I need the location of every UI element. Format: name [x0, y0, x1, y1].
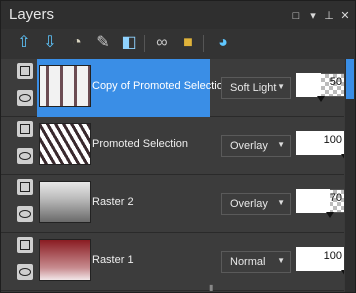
scrollbar[interactable]: [345, 59, 355, 292]
visibility-eye-icon[interactable]: [17, 264, 33, 280]
opacity-marker-icon[interactable]: [326, 212, 334, 218]
link-layer-icon[interactable]: ∞: [153, 34, 171, 52]
opacity-slider[interactable]: 100: [296, 131, 344, 160]
layer-group-toggle-icon[interactable]: [17, 179, 33, 195]
layer-item[interactable]: Raster 2: [37, 175, 210, 233]
mask-layer-icon[interactable]: ◧: [120, 34, 138, 52]
layer-item[interactable]: Raster 1: [37, 233, 210, 291]
blend-mode-value: Overlay: [230, 140, 268, 152]
opacity-marker-icon[interactable]: [317, 96, 325, 102]
dropdown-arrow-icon: ▼: [277, 198, 285, 207]
layer-group-toggle-icon[interactable]: [17, 121, 33, 137]
layer-item[interactable]: Copy of Promoted Selection: [37, 59, 229, 117]
opacity-value: 70: [329, 192, 342, 204]
scrollbar-thumb[interactable]: [346, 59, 354, 99]
layer-row[interactable]: Promoted Selection Overlay ▼ 100: [1, 117, 344, 175]
close-icon[interactable]: ✕: [339, 10, 351, 22]
opacity-fill: [296, 73, 321, 97]
dropdown-arrow-icon: ▼: [277, 256, 285, 265]
resize-grip-icon[interactable]: ▮: [209, 283, 215, 292]
layer-thumbnail: [39, 65, 91, 107]
opacity-value: 100: [323, 250, 342, 262]
opacity-value: 100: [323, 134, 342, 146]
layer-controls: [17, 237, 37, 291]
layer-list: Copy of Promoted Selection Soft Light ▼ 50 P…: [1, 59, 344, 292]
layers-panel: Layers □ ▾ ⊥ ✕ ⇧ ⇩ ◔ ✎ ◧ ∞ ■ ◕ Copy of P…: [0, 0, 356, 293]
layer-name: Promoted Selection: [92, 138, 188, 150]
blend-mode-value: Normal: [230, 256, 266, 268]
layer-controls: [17, 63, 37, 117]
layer-thumbnail: [39, 181, 91, 223]
blend-mode-dropdown[interactable]: Soft Light ▼: [221, 77, 291, 99]
layer-name: Raster 2: [92, 196, 134, 208]
layer-effects-icon[interactable]: ✎: [94, 34, 112, 52]
layer-thumbnail: [39, 123, 91, 165]
new-raster-layer-icon[interactable]: ⇧: [15, 34, 33, 52]
panel-title: Layers: [9, 6, 55, 23]
layer-row[interactable]: Copy of Promoted Selection Soft Light ▼ 50: [1, 59, 344, 117]
opacity-slider[interactable]: 100: [296, 247, 344, 276]
opacity-fill: [296, 189, 330, 213]
opacity-marker-icon[interactable]: [341, 270, 344, 276]
float-icon[interactable]: □: [290, 10, 302, 22]
layer-styles-icon[interactable]: ◕: [214, 34, 232, 52]
toolbar-separator: [203, 35, 204, 52]
toolbar-separator: [144, 35, 145, 52]
opacity-slider[interactable]: 50: [296, 73, 344, 102]
layer-group-toggle-icon[interactable]: [17, 237, 33, 253]
panel-titlebar[interactable]: Layers □ ▾ ⊥ ✕: [1, 1, 355, 29]
visibility-eye-icon[interactable]: [17, 90, 33, 106]
layer-name: Raster 1: [92, 254, 134, 266]
adjustment-layer-icon[interactable]: ◔: [68, 34, 86, 52]
opacity-marker-icon[interactable]: [341, 154, 344, 160]
blend-mode-dropdown[interactable]: Overlay ▼: [221, 135, 291, 157]
dropdown-arrow-icon: ▼: [277, 140, 285, 149]
lock-layer-icon[interactable]: ■: [179, 34, 197, 52]
layer-group-toggle-icon[interactable]: [17, 63, 33, 79]
new-vector-layer-icon[interactable]: ⇩: [41, 34, 59, 52]
blend-mode-dropdown[interactable]: Overlay ▼: [221, 193, 291, 215]
layer-item[interactable]: Promoted Selection: [37, 117, 210, 175]
opacity-slider[interactable]: 70: [296, 189, 344, 218]
visibility-eye-icon[interactable]: [17, 148, 33, 164]
menu-arrow-icon[interactable]: ▾: [307, 10, 319, 22]
layer-name: Copy of Promoted Selection: [92, 80, 229, 92]
blend-mode-value: Overlay: [230, 198, 268, 210]
layer-controls: [17, 121, 37, 175]
visibility-eye-icon[interactable]: [17, 206, 33, 222]
blend-mode-value: Soft Light: [230, 82, 277, 94]
layer-controls: [17, 179, 37, 233]
layers-toolbar: ⇧ ⇩ ◔ ✎ ◧ ∞ ■ ◕: [1, 29, 355, 59]
opacity-value: 50: [329, 76, 342, 88]
layer-row[interactable]: Raster 2 Overlay ▼ 70: [1, 175, 344, 233]
layer-row[interactable]: Raster 1 Normal ▼ 100: [1, 233, 344, 291]
dropdown-arrow-icon: ▼: [277, 82, 285, 91]
blend-mode-dropdown[interactable]: Normal ▼: [221, 251, 291, 273]
layer-thumbnail: [39, 239, 91, 281]
pin-icon[interactable]: ⊥: [323, 10, 335, 22]
